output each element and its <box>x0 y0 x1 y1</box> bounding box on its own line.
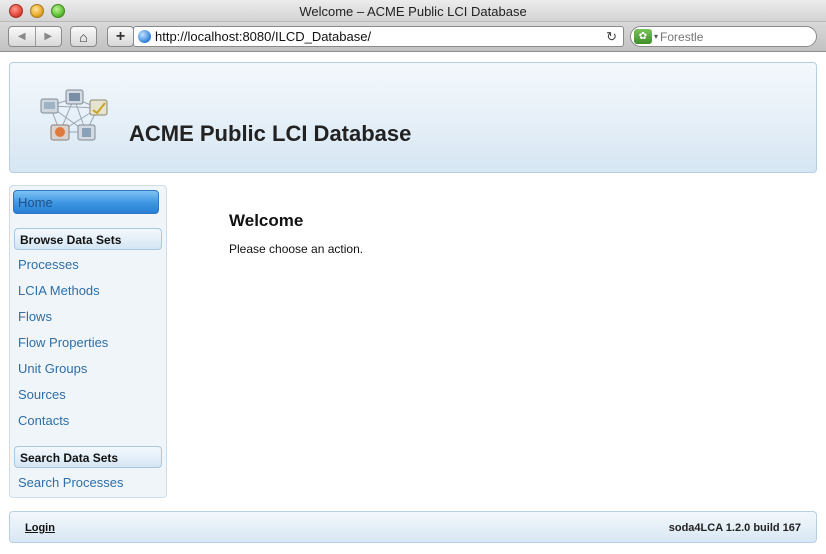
site-header: ACME Public LCI Database <box>9 62 817 173</box>
login-link[interactable]: Login <box>25 522 55 534</box>
sidebar-item-search-processes[interactable]: Search Processes <box>18 475 124 490</box>
sidebar-item-flows[interactable]: Flows <box>18 309 52 324</box>
browser-toolbar: ◀ ▶ ⌂ + http://localhost:8080/ILCD_Datab… <box>0 22 826 52</box>
sidebar-item-home[interactable]: Home <box>13 190 159 214</box>
network-logo-icon <box>40 89 108 141</box>
forward-icon[interactable]: ▶ <box>34 27 62 46</box>
chevron-down-icon[interactable]: ▾ <box>654 32 658 41</box>
welcome-message: Please choose an action. <box>229 242 364 256</box>
globe-icon <box>138 30 151 43</box>
page: ACME Public LCI Database Home Browse Dat… <box>0 53 826 554</box>
window-titlebar: Welcome – ACME Public LCI Database <box>0 0 826 22</box>
main-content: Welcome Please choose an action. <box>229 211 363 256</box>
back-forward-control: ◀ ▶ <box>8 26 62 47</box>
browse-data-sets-header: Browse Data Sets <box>14 228 162 250</box>
site-title: ACME Public LCI Database <box>129 121 412 146</box>
home-icon: ⌂ <box>79 28 88 45</box>
version-label: soda4LCA 1.2.0 build 167 <box>668 522 801 534</box>
search-input[interactable] <box>660 29 801 44</box>
add-bookmark-button[interactable]: + <box>107 26 134 47</box>
reload-icon[interactable]: ↻ <box>606 29 617 45</box>
sidebar-item-unit-groups[interactable]: Unit Groups <box>18 361 87 376</box>
sidebar-item-sources[interactable]: Sources <box>18 387 66 402</box>
plus-icon: + <box>115 27 126 45</box>
sidebar-item-processes[interactable]: Processes <box>18 257 79 272</box>
site-footer: Login soda4LCA 1.2.0 build 167 <box>9 511 817 543</box>
sidebar: Home Browse Data Sets Processes LCIA Met… <box>9 185 167 498</box>
search-bar[interactable]: ✿ ▾ <box>630 26 817 47</box>
search-engine-icon[interactable]: ✿ <box>634 29 652 44</box>
sidebar-item-flow-properties[interactable]: Flow Properties <box>18 335 108 350</box>
address-bar[interactable]: http://localhost:8080/ILCD_Database/ ↻ <box>133 26 624 47</box>
page-title: Welcome <box>229 211 304 230</box>
sidebar-item-lcia-methods[interactable]: LCIA Methods <box>18 283 100 298</box>
back-icon[interactable]: ◀ <box>9 27 35 46</box>
window-title: Welcome – ACME Public LCI Database <box>299 4 527 19</box>
home-button[interactable]: ⌂ <box>70 26 97 47</box>
search-data-sets-header: Search Data Sets <box>14 446 162 468</box>
sidebar-item-contacts[interactable]: Contacts <box>18 413 69 428</box>
url-text[interactable]: http://localhost:8080/ILCD_Database/ <box>155 29 606 44</box>
